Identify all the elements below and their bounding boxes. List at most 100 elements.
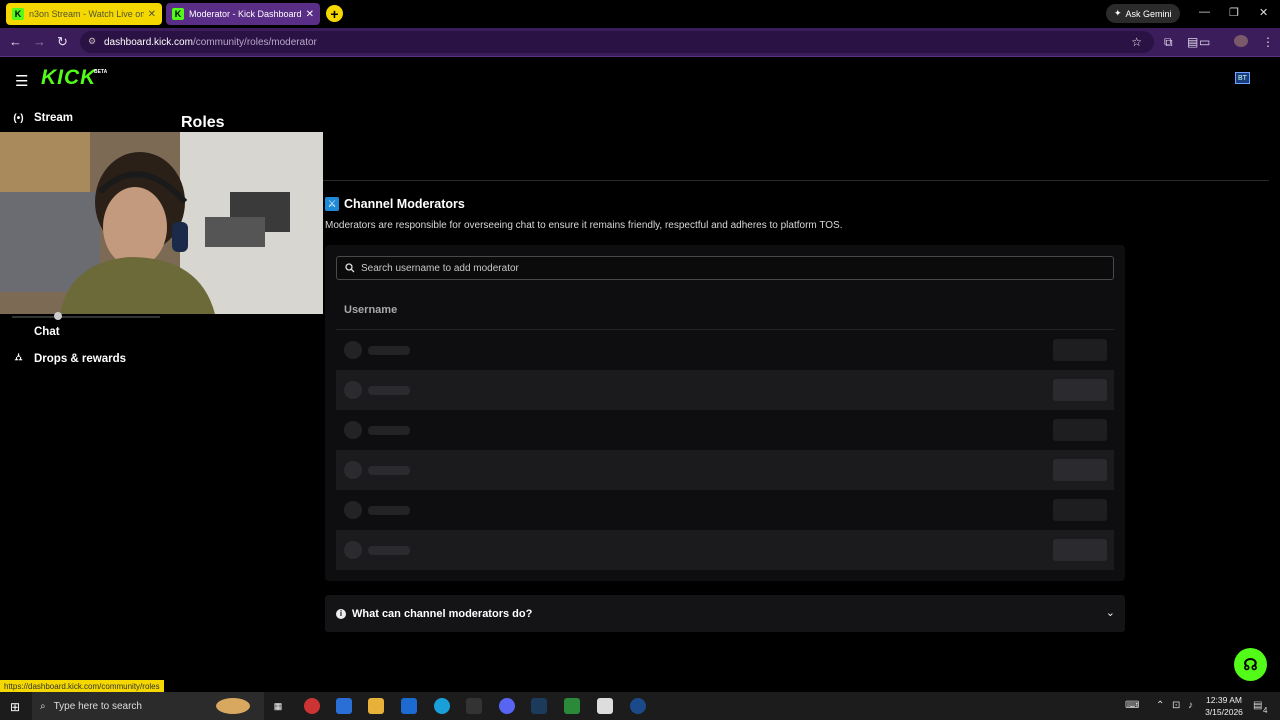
webcam-feed-image [0, 132, 323, 314]
chevron-down-icon: ⌄ [1105, 607, 1115, 619]
skeleton-avatar [344, 381, 362, 399]
task-view-icon[interactable]: ▦ [270, 698, 286, 714]
skeleton-button [1053, 379, 1107, 401]
skeleton-button [1053, 419, 1107, 441]
headset-icon: ☊ [1243, 656, 1258, 674]
app-icon[interactable] [466, 698, 482, 714]
dashboard-page: ☰ KICK BETA BT (•) Stream Roles Chat ⛼ D… [0, 58, 1280, 693]
skeleton-button [1053, 459, 1107, 481]
skeleton-text [368, 346, 410, 355]
cast-icon[interactable]: ▭ [1199, 35, 1210, 49]
broadcast-icon: (•) [13, 112, 24, 124]
sidebar-item-label: Stream [34, 112, 73, 124]
skeleton-button [1053, 339, 1107, 361]
address-bar: ← → ↻ ⚙ dashboard.kick.com/community/rol… [0, 28, 1280, 57]
sidebar-item-drops-rewards[interactable]: ⛼ Drops & rewards [12, 352, 126, 365]
section-title: Channel Moderators [344, 197, 465, 211]
moderators-panel: Username [325, 245, 1125, 581]
discord-icon[interactable] [499, 698, 515, 714]
profile-avatar-icon[interactable] [1234, 35, 1248, 47]
table-row-skeleton [336, 450, 1114, 490]
site-info-icon[interactable]: ⚙ [88, 36, 96, 47]
volume-slider-thumb[interactable] [54, 312, 62, 320]
sidebar-item-stream[interactable]: (•) Stream [12, 112, 73, 124]
file-explorer-icon[interactable] [368, 698, 384, 714]
sidebar-item-label: Drops & rewards [34, 352, 127, 365]
steam-icon[interactable] [531, 698, 547, 714]
notification-count: 4 [1263, 706, 1268, 715]
close-window-icon[interactable]: ✕ [1259, 6, 1268, 19]
chevron-up-icon[interactable]: ⌃ [1156, 700, 1164, 711]
search-highlight-icon [216, 698, 250, 714]
search-input[interactable] [361, 262, 1101, 274]
url-host: dashboard.kick.com [104, 36, 193, 48]
taskbar-clock[interactable]: 12:39 AM 3/15/2026 [1200, 694, 1248, 718]
taskbar-search[interactable]: ⌕ Type here to search [32, 692, 264, 720]
mail-icon[interactable] [401, 698, 417, 714]
chrome-icon[interactable] [597, 698, 613, 714]
browser-tab-strip: K n3on Stream - Watch Live on K ✕ K Mode… [0, 0, 1280, 28]
browser-tab-dashboard[interactable]: K Moderator - Kick Dashboard ✕ [166, 3, 320, 25]
store-icon[interactable] [336, 698, 352, 714]
column-header-username[interactable]: Username [344, 304, 397, 316]
browser-tab-stream[interactable]: K n3on Stream - Watch Live on K ✕ [6, 3, 162, 25]
reload-icon[interactable]: ↻ [57, 34, 68, 50]
faq-label: What can channel moderators do? [352, 607, 533, 620]
clock-time: 12:39 AM [1206, 695, 1242, 705]
app-icon[interactable] [304, 698, 320, 714]
search-box[interactable] [336, 256, 1114, 280]
info-icon: i [336, 608, 346, 619]
table-row-skeleton [336, 410, 1114, 450]
skeleton-avatar [344, 541, 362, 559]
kick-logo[interactable]: KICK [41, 66, 96, 90]
restore-icon[interactable]: ❐ [1229, 6, 1239, 19]
sidebar-item-chat[interactable]: Chat [12, 326, 60, 338]
faq-accordion[interactable]: i What can channel moderators do? ⌄ [325, 595, 1125, 632]
back-icon[interactable]: ← [9, 34, 22, 49]
keyboard-icon[interactable]: ⌨ [1125, 700, 1139, 711]
taskbar-search-placeholder: Type here to search [53, 700, 142, 712]
tab-label: n3on Stream - Watch Live on K [29, 9, 144, 19]
extensions-icon[interactable]: ⧉ [1164, 35, 1173, 50]
windows-taskbar: ⊞ ⌕ Type here to search ▦ ⌨ ⌃ ⊡ ♪ 12:39 … [0, 692, 1280, 720]
sword-icon: ⚔ [325, 197, 339, 211]
url-field[interactable]: ⚙ dashboard.kick.com/community/roles/mod… [80, 31, 1154, 53]
notification-icon[interactable]: ▤ [1253, 700, 1262, 711]
user-avatar[interactable]: BT [1235, 72, 1250, 84]
table-row-skeleton [336, 490, 1114, 530]
gift-icon: ⛼ [14, 352, 23, 363]
new-tab-button[interactable]: + [326, 5, 343, 22]
network-icon[interactable]: ⊡ [1172, 700, 1180, 711]
skeleton-text [368, 546, 410, 555]
skeleton-avatar [344, 461, 362, 479]
search-icon: ⌕ [40, 700, 46, 712]
sidepanel-icon[interactable]: ▤ [1187, 35, 1198, 49]
volume-icon[interactable]: ♪ [1188, 700, 1193, 711]
app-icon[interactable] [630, 698, 646, 714]
gemini-label: Ask Gemini [1125, 8, 1172, 19]
app-icon[interactable] [564, 698, 580, 714]
url-path: /community/roles/moderator [192, 36, 317, 48]
page-title: Roles [181, 114, 225, 131]
edge-icon[interactable] [434, 698, 450, 714]
help-chat-button[interactable]: ☊ [1234, 648, 1267, 681]
gemini-sparkle-icon: ✦ [1114, 8, 1122, 18]
close-tab-icon[interactable]: ✕ [306, 9, 314, 20]
minimize-icon[interactable]: — [1199, 6, 1210, 18]
table-row-skeleton [336, 330, 1114, 370]
webcam-overlay [0, 132, 323, 314]
tab-label: Moderator - Kick Dashboard [189, 9, 302, 19]
bookmark-star-icon[interactable]: ☆ [1131, 35, 1142, 49]
clock-date: 3/15/2026 [1205, 707, 1243, 717]
ask-gemini-button[interactable]: ✦ Ask Gemini [1106, 4, 1180, 23]
volume-slider-track[interactable] [12, 316, 160, 318]
browser-menu-icon[interactable]: ⋮ [1262, 35, 1274, 49]
forward-icon[interactable]: → [33, 34, 46, 49]
search-icon [345, 263, 355, 273]
windows-start-icon[interactable]: ⊞ [10, 700, 20, 714]
skeleton-text [368, 426, 410, 435]
skeleton-avatar [344, 341, 362, 359]
hamburger-menu-icon[interactable]: ☰ [15, 72, 28, 90]
close-tab-icon[interactable]: ✕ [148, 9, 156, 20]
skeleton-text [368, 466, 410, 475]
